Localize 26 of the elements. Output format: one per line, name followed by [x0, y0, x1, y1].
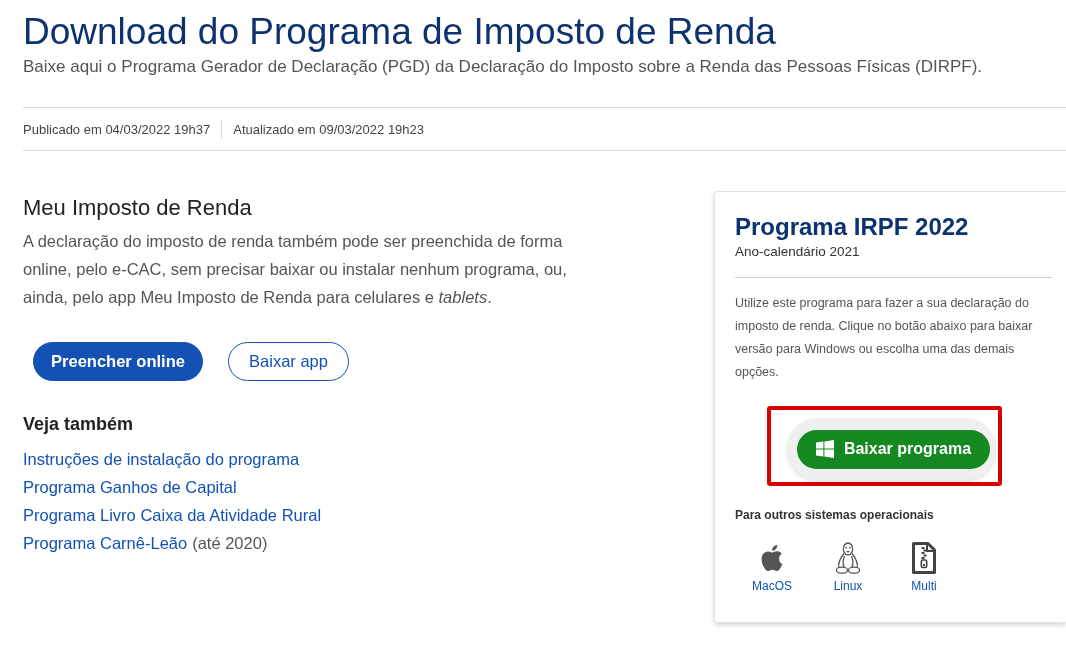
card-title: Programa IRPF 2022	[735, 212, 970, 242]
section-heading: Meu Imposto de Renda	[23, 194, 252, 222]
link-note: (até 2020)	[192, 533, 268, 554]
apple-icon	[761, 544, 783, 572]
card-subtitle: Ano-calendário 2021	[735, 243, 861, 261]
related-link[interactable]: Programa Livro Caixa da Atividade Rural	[23, 504, 322, 526]
os-download-link[interactable]: MacOS	[742, 542, 802, 594]
card-text: Utilize este programa para fazer a sua declaração do imposto de renda. Clique no botão abaixo para baixar versão para Windows ou escolha uma das demais opções.	[735, 295, 1034, 381]
published-date: Publicado em 04/03/2022 19h37	[23, 121, 211, 137]
penguin-icon	[835, 542, 861, 574]
os-download-link[interactable]: Multi	[894, 542, 954, 594]
section-text: A declaração do imposto de renda também pode ser preenchida de forma online, pelo e-CAC, sem precisar baixar ou instalar nenhum programa, ou, ainda, pelo app Meu Imposto de Renda para celulares e tablets.	[23, 231, 568, 308]
windows-logo-icon	[815, 440, 834, 458]
see-also-heading: Veja também	[23, 413, 134, 436]
related-link[interactable]: Programa Ganhos de Capital	[23, 476, 237, 498]
related-link[interactable]: Instruções de instalação do programa	[23, 448, 300, 470]
related-link[interactable]: Programa Carnê-Leão	[23, 532, 188, 554]
zip-file-icon	[912, 542, 936, 574]
page-title: Download do Programa de Imposto de Renda	[23, 10, 776, 54]
fill-online-button[interactable]: Preencher online	[33, 342, 203, 381]
updated-date: Atualizado em 09/03/2022 19h23	[233, 121, 425, 137]
os-download-link[interactable]: Linux	[818, 542, 878, 594]
page-subtitle: Baixe aqui o Programa Gerador de Declaração (PGD) da Declaração do Imposto sobre a Renda das Pessoas Físicas (DIRPF).	[23, 56, 983, 78]
download-program-button[interactable]: Baixar programa	[797, 429, 990, 469]
other-systems-heading: Para outros sistemas operacionais	[735, 507, 935, 523]
download-app-button[interactable]: Baixar app	[228, 342, 349, 381]
